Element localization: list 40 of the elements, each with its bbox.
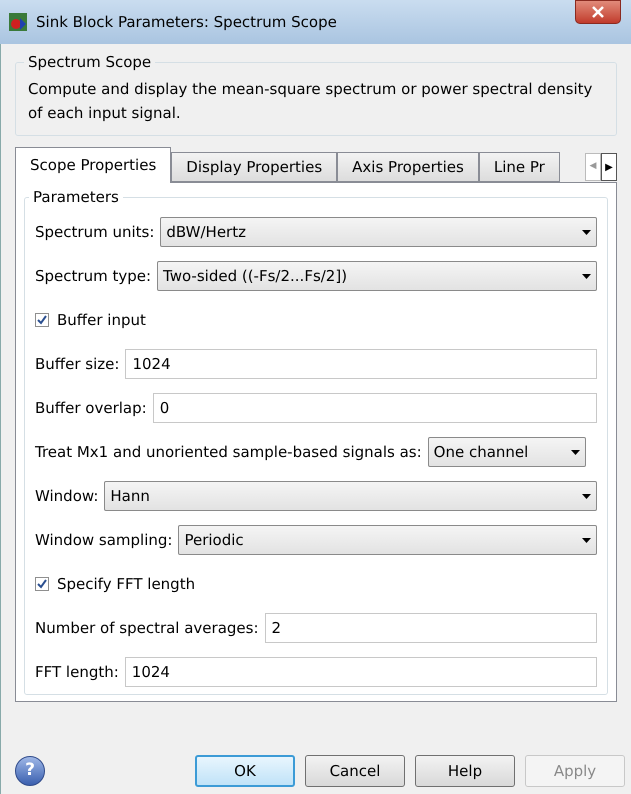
field-label: Number of spectral averages: bbox=[35, 618, 259, 639]
dialog-button[interactable]: Cancel bbox=[305, 755, 405, 787]
dropdown[interactable]: dBW/Hertz bbox=[160, 217, 597, 247]
tab[interactable]: Line Pr bbox=[478, 152, 560, 182]
field-label: Window: bbox=[35, 486, 98, 507]
checkbox-label: Specify FFT length bbox=[57, 574, 196, 595]
field-label: Spectrum type: bbox=[35, 266, 152, 287]
text-field[interactable]: 2 bbox=[264, 613, 597, 643]
scroll-right-button[interactable]: ▶ bbox=[601, 153, 617, 181]
field-label: Window sampling: bbox=[35, 530, 172, 551]
field-label: FFT length: bbox=[35, 662, 119, 683]
caret-icon bbox=[570, 450, 580, 454]
caret-icon bbox=[582, 494, 591, 498]
field-label: Treat Mx1 and unoriented sample-based signals as: bbox=[35, 442, 422, 463]
field-label: Buffer size: bbox=[35, 354, 120, 375]
caret-icon bbox=[582, 230, 591, 234]
checkbox[interactable] bbox=[35, 313, 49, 327]
field-label: Buffer overlap: bbox=[35, 398, 147, 419]
dropdown[interactable]: Hann bbox=[104, 481, 597, 511]
field-label: Spectrum units: bbox=[35, 222, 154, 243]
close-button[interactable] bbox=[575, 0, 621, 24]
caret-icon bbox=[582, 274, 591, 278]
app-icon bbox=[8, 12, 28, 32]
checkbox-label: Buffer input bbox=[57, 310, 146, 331]
description-text: Compute and display the mean-square spectrum or power spectral density of each input signal. bbox=[28, 79, 594, 124]
dropdown[interactable]: Two-sided ((-Fs/2...Fs/2]) bbox=[157, 261, 597, 291]
caret-icon bbox=[582, 538, 591, 542]
tab[interactable]: Scope Properties bbox=[15, 147, 172, 183]
dropdown[interactable]: One channel bbox=[428, 437, 586, 467]
text-field[interactable]: 1024 bbox=[124, 657, 597, 687]
tab[interactable]: Display Properties bbox=[171, 152, 338, 182]
window-title: Sink Block Parameters: Spectrum Scope bbox=[36, 12, 337, 33]
dialog-button[interactable]: Help bbox=[415, 755, 515, 787]
tab[interactable]: Axis Properties bbox=[337, 152, 479, 182]
dropdown[interactable]: Periodic bbox=[178, 525, 597, 555]
text-field[interactable]: 1024 bbox=[125, 349, 597, 379]
checkbox[interactable] bbox=[35, 577, 49, 591]
dialog-button[interactable]: OK bbox=[195, 755, 295, 787]
text-field[interactable]: 0 bbox=[152, 393, 597, 423]
close-icon bbox=[592, 6, 604, 18]
